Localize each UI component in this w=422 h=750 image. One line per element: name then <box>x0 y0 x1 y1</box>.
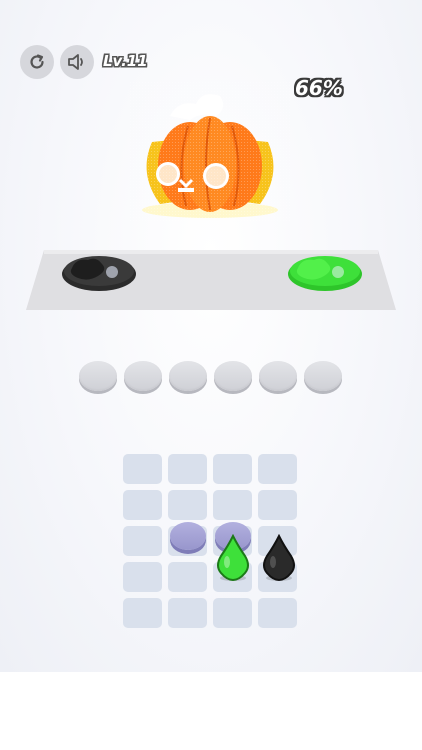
green-drop[interactable] <box>214 534 252 582</box>
board-cell[interactable] <box>123 526 162 556</box>
color-slot[interactable] <box>169 361 207 391</box>
pumpkin-target-image <box>130 82 290 222</box>
black-drop[interactable] <box>260 534 298 582</box>
purple-puck[interactable] <box>170 522 206 550</box>
color-slot[interactable] <box>124 361 162 391</box>
board-cell[interactable] <box>168 598 207 628</box>
restart-icon <box>30 54 44 69</box>
board-cell[interactable] <box>168 490 207 520</box>
board-cell[interactable] <box>168 454 207 484</box>
level-label: Lv.11 <box>103 52 148 70</box>
speaker-icon <box>68 54 83 70</box>
board-cell[interactable] <box>213 598 252 628</box>
board-cell[interactable] <box>258 598 297 628</box>
board-cell[interactable] <box>123 490 162 520</box>
black-palette[interactable] <box>60 248 138 292</box>
color-slot[interactable] <box>79 361 117 391</box>
sound-button[interactable] <box>60 45 94 79</box>
color-slot[interactable] <box>304 361 342 391</box>
board-cell[interactable] <box>168 562 207 592</box>
board-cell[interactable] <box>258 490 297 520</box>
color-slot[interactable] <box>214 361 252 391</box>
board-cell[interactable] <box>258 454 297 484</box>
board-cell[interactable] <box>123 562 162 592</box>
color-slot[interactable] <box>259 361 297 391</box>
progress-percent: 66% <box>295 76 343 100</box>
board-cell[interactable] <box>123 454 162 484</box>
board-cell[interactable] <box>213 490 252 520</box>
board-cell[interactable] <box>123 598 162 628</box>
game-area: Lv.11 66% <box>0 0 422 672</box>
green-palette[interactable] <box>286 248 364 292</box>
board-cell[interactable] <box>213 454 252 484</box>
restart-button[interactable] <box>20 45 54 79</box>
